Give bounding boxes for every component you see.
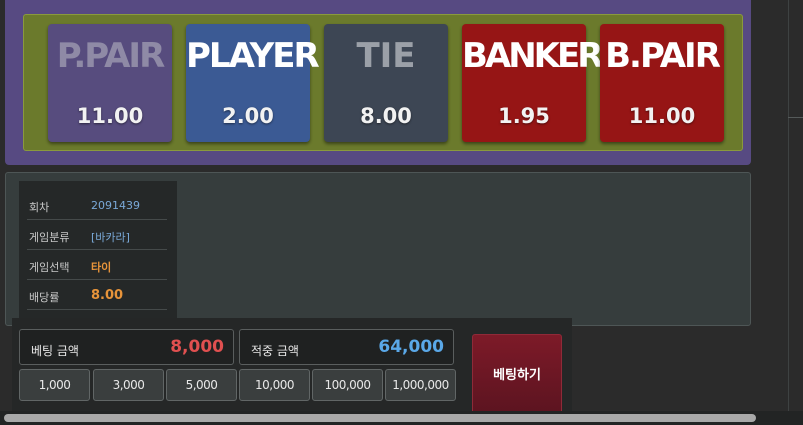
game-selection: 타이 (91, 261, 112, 274)
bet-amount-field[interactable]: 베팅 금액 8,000 (19, 329, 234, 365)
bet-option-name: P.PAIR (56, 36, 166, 76)
chip-button-100000[interactable]: 100,000 (312, 369, 383, 401)
chip-button-1000[interactable]: 1,000 (19, 369, 90, 401)
bet-option-banker-pair[interactable]: B.PAIR 11.00 (600, 24, 724, 142)
bet-slip-panel: 베팅 금액 8,000 적중 금액 64,000 1,000 3,000 5,0… (12, 318, 572, 414)
chip-button-5000[interactable]: 5,000 (166, 369, 237, 401)
chip-button-1000000[interactable]: 1,000,000 (385, 369, 456, 401)
bet-option-name: PLAYER (186, 36, 320, 76)
bet-option-odds: 11.00 (628, 104, 696, 128)
win-amount-label: 적중 금액 (251, 344, 299, 358)
round-number: 2091439 (91, 199, 140, 212)
bet-option-tie[interactable]: TIE 8.00 (324, 24, 448, 142)
scrollbar-thumb[interactable] (4, 414, 756, 422)
info-label: 게임분류 (29, 231, 70, 244)
side-panel-divider (788, 0, 789, 425)
chip-button-3000[interactable]: 3,000 (93, 369, 164, 401)
bet-amount-label: 베팅 금액 (31, 344, 79, 358)
bet-option-name: B.PAIR (605, 36, 721, 76)
bet-option-odds: 11.00 (76, 104, 144, 128)
bet-option-name: TIE (356, 36, 416, 76)
bet-option-player-pair[interactable]: P.PAIR 11.00 (48, 24, 172, 142)
info-label: 게임선택 (29, 261, 70, 274)
info-label: 배당률 (29, 291, 60, 304)
horizontal-scrollbar[interactable] (0, 411, 803, 425)
bet-option-name: BANKER (462, 36, 603, 76)
win-amount-value: 64,000 (378, 337, 444, 357)
info-row-selection: 게임선택 타이 (27, 250, 167, 280)
place-bet-button[interactable]: 베팅하기 (472, 334, 562, 414)
side-panel-separator (788, 117, 803, 118)
bet-option-odds: 1.95 (498, 104, 550, 128)
selected-odds: 8.00 (91, 288, 124, 303)
game-category: [바카라] (91, 231, 130, 244)
bet-amount-value: 8,000 (170, 337, 224, 357)
info-row-odds: 배당률 8.00 (27, 280, 167, 310)
bet-board: P.PAIR 11.00 PLAYER 2.00 TIE 8.00 BANKER… (23, 14, 743, 151)
bet-info-box: 회차 2091439 게임분류 [바카라] 게임선택 타이 배당률 8.00 (19, 181, 177, 321)
bet-option-banker[interactable]: BANKER 1.95 (462, 24, 603, 142)
win-amount-field: 적중 금액 64,000 (239, 329, 454, 365)
bet-option-odds: 2.00 (222, 104, 274, 128)
bet-board-frame: P.PAIR 11.00 PLAYER 2.00 TIE 8.00 BANKER… (5, 0, 751, 165)
info-row-round: 회차 2091439 (27, 190, 167, 220)
chip-button-10000[interactable]: 10,000 (239, 369, 310, 401)
bet-option-player[interactable]: PLAYER 2.00 (186, 24, 320, 142)
bet-option-odds: 8.00 (360, 104, 412, 128)
info-label: 회차 (29, 201, 50, 214)
info-row-category: 게임분류 [바카라] (27, 220, 167, 250)
